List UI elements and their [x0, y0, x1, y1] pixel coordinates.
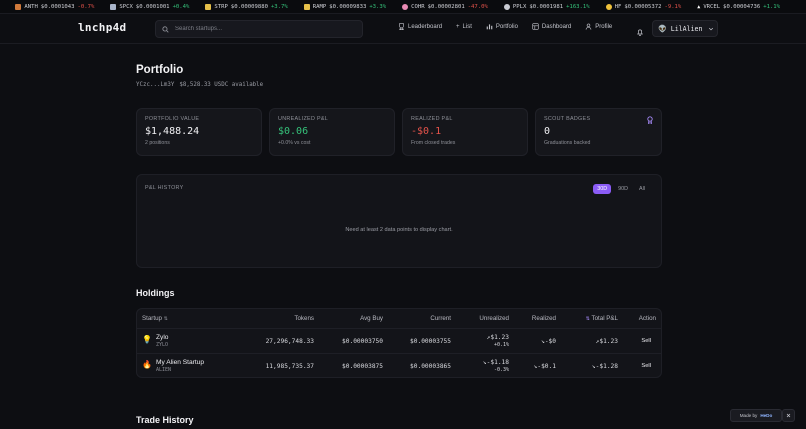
search-box[interactable] — [155, 20, 363, 38]
nav-leaderboard[interactable]: Leaderboard — [398, 23, 442, 30]
made-by-badge[interactable]: Made by HeDo — [730, 409, 782, 422]
plus-icon: + — [456, 23, 460, 30]
sort-icon: ⇅ — [163, 316, 168, 322]
scout-badges-card: SCOUT BADGES 0 Graduations backed — [535, 108, 662, 156]
lightbulb-icon: 💡 — [142, 335, 152, 344]
dashboard-icon — [532, 23, 539, 30]
ticker-item[interactable]: PPLX $0.0001981 +163.1% — [503, 3, 590, 10]
range-selector: 30D 90D All — [593, 184, 649, 194]
wallet-info: YCzc...Lm3Y $8,528.33 USDC available — [136, 82, 263, 88]
bar-chart-icon — [486, 24, 493, 30]
trophy-icon — [399, 23, 404, 30]
page-title: Portfolio — [136, 64, 184, 76]
range-all[interactable]: All — [635, 184, 649, 194]
nav-dashboard[interactable]: Dashboard — [532, 23, 571, 30]
col-tokens[interactable]: Tokens — [294, 315, 314, 322]
user-icon — [586, 23, 592, 30]
site-logo[interactable]: lnchp4d — [78, 21, 126, 34]
brain-icon — [402, 3, 409, 10]
col-unrealized[interactable]: Unrealized — [479, 315, 509, 322]
table-row[interactable]: 🔥 My Alien Startup ALIEN 11,985,735.37 $… — [137, 353, 661, 378]
anth-icon — [15, 3, 22, 10]
search-input[interactable] — [175, 26, 355, 32]
nav-portfolio[interactable]: Portfolio — [486, 23, 518, 30]
search-icon — [162, 25, 169, 33]
user-menu[interactable]: 👽 LilAlien — [652, 20, 718, 37]
notifications-button[interactable] — [636, 23, 644, 41]
ticker-item[interactable]: SPCX $0.0001001 +0.4% — [110, 3, 189, 10]
rocket-icon — [110, 3, 117, 10]
holdings-title: Holdings — [136, 288, 175, 298]
holdings-table: Startup ⇅ Tokens Avg Buy Current Unreali… — [136, 308, 662, 378]
col-total-pnl[interactable]: ⇅ Total P&L — [586, 315, 618, 322]
nav-profile[interactable]: Profile — [585, 23, 612, 30]
ticker-item[interactable]: ▲ VRCEL $0.00004736 +1.1% — [697, 4, 780, 10]
ticker-item[interactable]: HF $0.00005372 -9.1% — [605, 3, 681, 10]
nav-list[interactable]: + List — [456, 23, 472, 30]
portfolio-value-card: PORTFOLIO VALUE $1,488.24 2 positions — [136, 108, 262, 156]
sort-icon: ⇅ — [585, 316, 590, 322]
close-button[interactable] — [782, 409, 795, 422]
table-row[interactable]: 💡 Zylo ZYLO 27,296,748.33 $0.00003750 $0… — [137, 328, 661, 353]
magnifier-icon — [503, 3, 510, 10]
realized-pnl-card: REALIZED P&L -$0.1 From closed trades — [402, 108, 528, 156]
ticker-item[interactable]: COHR $0.00002801 -47.0% — [402, 3, 488, 10]
chevron-down-icon — [709, 27, 714, 30]
ticker-item[interactable]: STRP $0.00009880 +3.7% — [205, 3, 288, 10]
col-startup[interactable]: Startup ⇅ — [142, 315, 168, 322]
hedo-logo: HeDo — [760, 413, 773, 418]
bell-icon — [637, 29, 643, 36]
top-navbar: lnchp4d Leaderboard + List Portfolio Das… — [0, 14, 806, 44]
sell-button[interactable]: Sell — [641, 363, 651, 369]
price-ticker: % ANTH $0.0001043 -0.7% SPCX $0.0001001 … — [0, 0, 806, 14]
card-icon — [205, 3, 212, 10]
fire-icon: 🔥 — [142, 360, 152, 369]
unrealized-pnl-card: UNREALIZED P&L $0.06 +0.0% vs cost — [269, 108, 395, 156]
col-action: Action — [638, 315, 656, 322]
chart-empty-message: Need at least 2 data points to display c… — [345, 227, 453, 233]
wallet-address[interactable]: YCzc...Lm3Y — [136, 82, 174, 88]
ticker-item[interactable]: RAMP $0.00009833 +3.3% — [303, 3, 386, 10]
pnl-history-panel: P&L HISTORY 30D 90D All Need at least 2 … — [136, 174, 662, 268]
triangle-icon: ▲ — [697, 3, 701, 10]
col-realized[interactable]: Realized — [532, 315, 556, 322]
avatar: 👽 — [658, 25, 667, 33]
sell-button[interactable]: Sell — [641, 338, 651, 344]
hugging-face-icon — [605, 3, 612, 10]
range-30d[interactable]: 30D — [593, 184, 612, 194]
col-avg-buy[interactable]: Avg Buy — [360, 315, 383, 322]
range-90d[interactable]: 90D — [614, 184, 632, 194]
col-current[interactable]: Current — [430, 315, 451, 322]
ticker-item[interactable]: ANTH $0.0001043 -0.7% — [15, 3, 94, 10]
trade-history-title: Trade History — [136, 415, 194, 425]
usdc-balance: $8,528.33 USDC available — [179, 82, 264, 88]
ramp-icon — [303, 3, 310, 10]
close-icon — [786, 413, 791, 418]
badge-icon — [647, 116, 653, 124]
